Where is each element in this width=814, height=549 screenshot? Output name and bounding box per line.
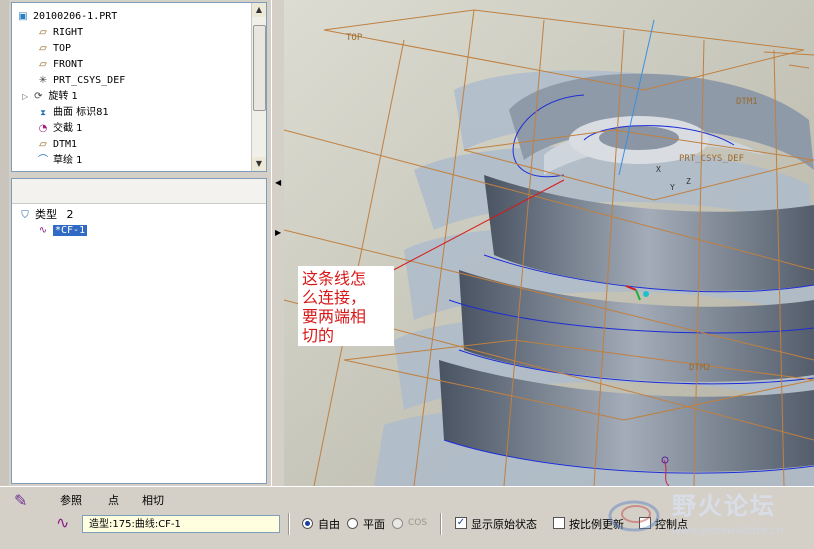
annotation-line-2: 么连接， bbox=[302, 288, 367, 307]
tree-item-csys[interactable]: ✳ PRT_CSYS_DEF bbox=[36, 73, 125, 89]
curve-path-field[interactable]: 造型:175:曲线:CF-1 bbox=[82, 515, 280, 533]
annotation-line-4: 切的 bbox=[302, 326, 335, 345]
cos-radio[interactable] bbox=[392, 518, 403, 529]
curve-type-icon: ∿ bbox=[56, 513, 70, 532]
top-plane-label: TOP bbox=[346, 33, 363, 43]
tree-item-sketch[interactable]: ⌒ 草绘 1 bbox=[36, 153, 83, 169]
revolve-icon: ⟳ bbox=[34, 91, 43, 102]
panel-divider[interactable]: ◀ ▶ bbox=[271, 0, 285, 486]
sketch-icon: ⌒ bbox=[38, 155, 48, 166]
tab-point[interactable]: 点 bbox=[108, 492, 119, 508]
watermark-logo-icon bbox=[608, 500, 660, 532]
pen-icon: ✎ bbox=[14, 491, 28, 510]
separator bbox=[288, 513, 290, 535]
intersect-icon: ◔ bbox=[38, 123, 48, 134]
free-label: 自由 bbox=[318, 518, 340, 531]
part-icon: ▣ bbox=[18, 11, 28, 22]
cos-label: COS bbox=[408, 518, 428, 528]
csys-icon: ✳ bbox=[38, 75, 48, 86]
tab-tangent[interactable]: 相切 bbox=[142, 492, 164, 508]
surface-icon: ⧗ bbox=[40, 108, 46, 117]
scroll-down-icon[interactable]: ▼ bbox=[252, 157, 266, 171]
graphics-viewport[interactable]: TOP DTM1 DTM2 PRT_CSYS_DEF X Y Z 这条线怎 么连… bbox=[284, 0, 814, 486]
datum-plane-icon: ▱ bbox=[39, 139, 47, 150]
free-radio[interactable] bbox=[302, 518, 313, 529]
type-folder-icon: ⛉ bbox=[21, 210, 29, 221]
tree-item-dtm1[interactable]: ▱ DTM1 bbox=[36, 137, 77, 153]
annotation-line-1: 这条线怎 bbox=[302, 269, 367, 288]
datum-plane-icon: ▱ bbox=[39, 27, 47, 38]
datum-plane-icon: ▱ bbox=[39, 43, 47, 54]
watermark-url: www.proewildfire.cn bbox=[672, 524, 784, 537]
tree-item-part[interactable]: ▣ 20100206-1.PRT bbox=[16, 9, 117, 25]
datum-plane-icon: ▱ bbox=[39, 59, 47, 70]
tree-item-intersect[interactable]: ◔ 交截 1 bbox=[36, 121, 83, 137]
tree-item-revolve[interactable]: ▷ ⟳ 旋转 1 bbox=[22, 89, 78, 105]
tree-item-front[interactable]: ▱ FRONT bbox=[36, 57, 83, 73]
annotation-box: 这条线怎 么连接， 要两端相 切的 bbox=[298, 266, 394, 346]
selection-header bbox=[12, 179, 266, 204]
dtm2-label: DTM2 bbox=[689, 363, 711, 373]
axis-x-label: X bbox=[656, 165, 661, 174]
forum-watermark: 野火论坛 www.proewildfire.cn bbox=[604, 484, 814, 548]
type-node[interactable]: ⛉ 类型 2 bbox=[18, 207, 73, 223]
model-graphics: TOP DTM1 DTM2 PRT_CSYS_DEF X Y Z bbox=[284, 0, 814, 486]
tree-item-surface[interactable]: ⧗ 曲面 标识81 bbox=[36, 105, 109, 121]
plane-radio[interactable] bbox=[347, 518, 358, 529]
panel-splitter[interactable] bbox=[11, 172, 267, 177]
plane-label: 平面 bbox=[363, 518, 385, 531]
csys-label: PRT_CSYS_DEF bbox=[679, 154, 744, 164]
dtm1-label: DTM1 bbox=[736, 97, 758, 107]
selection-tree: ⛉ 类型 2 ∿ *CF-1 bbox=[11, 178, 267, 484]
show-original-checkbox[interactable]: ✓ bbox=[455, 517, 467, 529]
tree-scrollbar[interactable]: ▲ ▼ bbox=[251, 3, 266, 171]
left-panel: ▣ 20100206-1.PRT ▱ RIGHT ▱ TOP ▱ FRONT ✳ PRT_… bbox=[9, 0, 271, 486]
tree-item-top[interactable]: ▱ TOP bbox=[36, 41, 71, 57]
tree-item-right[interactable]: ▱ RIGHT bbox=[36, 25, 83, 41]
scale-update-checkbox[interactable] bbox=[553, 517, 565, 529]
model-tree: ▣ 20100206-1.PRT ▱ RIGHT ▱ TOP ▱ FRONT ✳ PRT_… bbox=[11, 2, 267, 172]
collapse-left-icon[interactable]: ◀ bbox=[275, 178, 281, 187]
show-original-label: 显示原始状态 bbox=[471, 518, 537, 531]
scroll-thumb[interactable] bbox=[253, 25, 266, 111]
scroll-up-icon[interactable]: ▲ bbox=[252, 3, 266, 17]
curve-icon: ∿ bbox=[38, 225, 48, 236]
separator bbox=[440, 513, 442, 535]
curve-node[interactable]: ∿ *CF-1 bbox=[36, 223, 88, 239]
annotation-line-3: 要两端相 bbox=[302, 307, 367, 326]
tab-references[interactable]: 参照 bbox=[60, 492, 82, 508]
expand-arrow-icon[interactable]: ▷ bbox=[22, 92, 28, 101]
axis-z-label: Z bbox=[686, 177, 691, 186]
axis-y-label: Y bbox=[670, 183, 675, 192]
expand-right-icon[interactable]: ▶ bbox=[275, 228, 281, 237]
watermark-title: 野火论坛 bbox=[672, 492, 776, 520]
